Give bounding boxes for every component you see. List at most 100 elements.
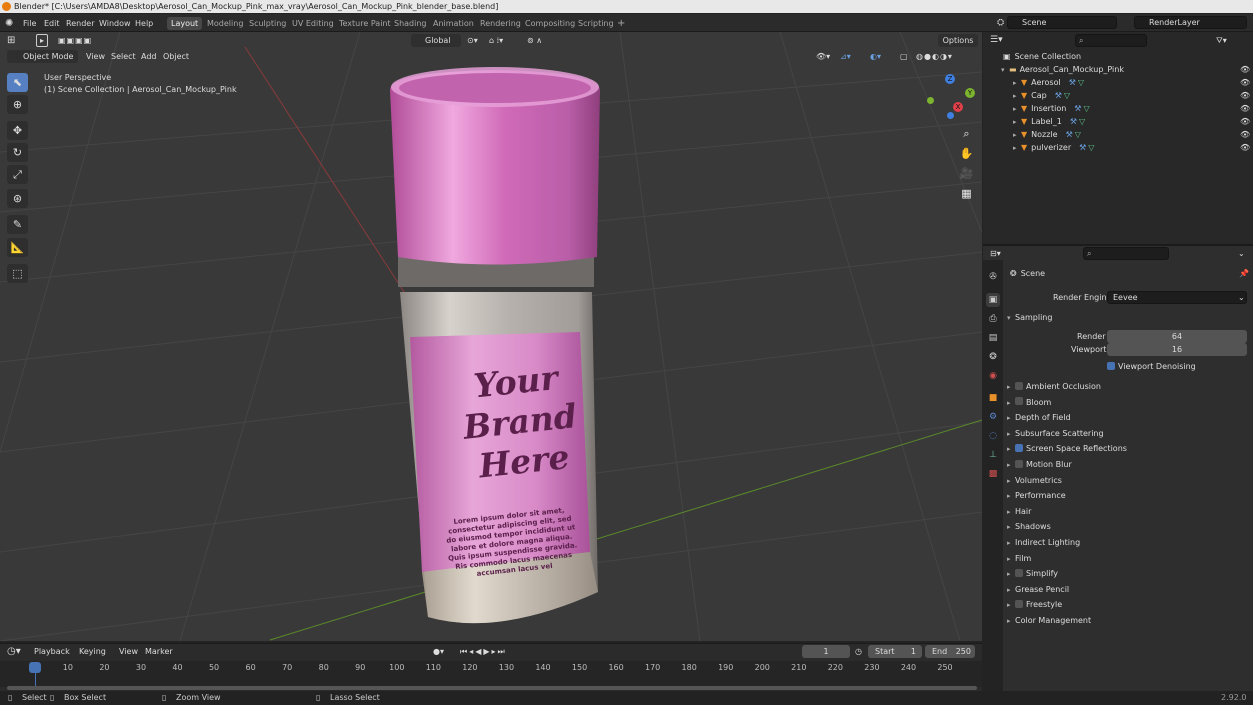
- object-tab-icon[interactable]: ■: [986, 391, 1000, 405]
- tab-compositing[interactable]: Compositing: [521, 17, 579, 30]
- xray-icon[interactable]: ▢: [900, 50, 908, 63]
- tool-tab-icon[interactable]: ✇: [986, 270, 1000, 284]
- selection-mode-icons[interactable]: ▣▣▣▣: [58, 34, 92, 47]
- blender-menu-icon[interactable]: ✺: [5, 17, 13, 30]
- visibility-icon[interactable]: 👁▾: [816, 50, 830, 63]
- checkbox-icon[interactable]: [1015, 381, 1023, 390]
- panel-header[interactable]: ▸ Depth of Field: [1007, 410, 1247, 425]
- select-tool-icon[interactable]: ⬉: [7, 73, 28, 92]
- panel-header[interactable]: ▸ Film: [1007, 551, 1247, 566]
- tab-rendering[interactable]: Rendering: [476, 17, 525, 30]
- timeline-scrollbar[interactable]: [7, 686, 977, 690]
- gizmo-z-axis[interactable]: Z: [945, 74, 955, 84]
- transform-tool-icon[interactable]: ⊛: [7, 189, 28, 208]
- outliner-collection-row[interactable]: ▾ ▬ Aerosol_Can_Mockup_Pink 👁: [983, 63, 1253, 76]
- modifier-tab-icon[interactable]: ⚙: [986, 410, 1000, 424]
- clock-icon[interactable]: ◷: [855, 645, 862, 658]
- proportional-edit-icon[interactable]: ⊚ ∧: [527, 34, 542, 47]
- tab-texture-paint[interactable]: Texture Paint: [335, 17, 395, 30]
- gizmo-neg-z-axis[interactable]: [947, 112, 954, 119]
- tab-shading[interactable]: Shading: [390, 17, 431, 30]
- timeline-menu-playback[interactable]: Playback: [34, 645, 70, 658]
- view-layer-selector[interactable]: RenderLayer: [1134, 16, 1247, 29]
- outliner-object-row[interactable]: ▸ ▼ Cap ⚒ ▽ 👁: [983, 89, 1253, 102]
- pivot-icon[interactable]: ⊙▾: [467, 34, 478, 47]
- menu-file[interactable]: File: [23, 17, 36, 30]
- outliner-object-row[interactable]: ▸ ▼ Label_1 ⚒ ▽ 👁: [983, 115, 1253, 128]
- navigation-gizmo[interactable]: Z Y X: [925, 74, 977, 120]
- panel-header[interactable]: ▸ Subsurface Scattering: [1007, 426, 1247, 441]
- annotate-tool-icon[interactable]: ✎: [7, 215, 28, 234]
- cursor-tool-icon[interactable]: ⊕: [7, 95, 28, 114]
- gizmo-toggle-icon[interactable]: ⊿▾: [840, 50, 851, 63]
- add-workspace-button[interactable]: +: [613, 17, 629, 30]
- panel-header[interactable]: ▸ Ambient Occlusion: [1007, 379, 1247, 394]
- record-icon[interactable]: ●▾: [433, 645, 444, 658]
- texture-tab-icon[interactable]: ▩: [986, 467, 1000, 481]
- transform-orientation-dropdown[interactable]: Global: [411, 34, 461, 47]
- start-frame-field[interactable]: Start 1: [868, 645, 922, 658]
- panel-header[interactable]: ▸ Freestyle: [1007, 597, 1247, 612]
- select-mode-icon[interactable]: ▸: [36, 34, 48, 47]
- scene-icon[interactable]: ⛭: [997, 17, 1004, 30]
- visibility-eye-icon[interactable]: 👁: [1240, 89, 1250, 102]
- checkbox-icon[interactable]: [1015, 599, 1023, 608]
- viewport-samples-field[interactable]: 16: [1107, 343, 1247, 356]
- gizmo-neg-y-axis[interactable]: [927, 97, 934, 104]
- panel-header[interactable]: ▸ Motion Blur: [1007, 457, 1247, 472]
- tab-modeling[interactable]: Modeling: [203, 17, 247, 30]
- pin-icon[interactable]: 📌: [1239, 266, 1249, 281]
- panel-header[interactable]: ▸ Simplify: [1007, 566, 1247, 581]
- physics-tab-icon[interactable]: ◌: [986, 429, 1000, 443]
- scene-selector[interactable]: Scene: [1007, 16, 1117, 29]
- visibility-eye-icon[interactable]: 👁: [1240, 141, 1250, 154]
- output-tab-icon[interactable]: ⎙: [986, 312, 1000, 326]
- snap-icon[interactable]: ⌂ ⁞▾: [489, 34, 503, 47]
- sampling-panel-header[interactable]: ▾ Sampling: [1007, 310, 1052, 325]
- tab-uv-editing[interactable]: UV Editing: [288, 17, 338, 30]
- viewport-menu-view[interactable]: View: [86, 50, 105, 63]
- panel-header[interactable]: ▸ Hair: [1007, 504, 1247, 519]
- render-engine-dropdown[interactable]: Eevee ⌄: [1107, 291, 1247, 304]
- checkbox-icon[interactable]: [1015, 568, 1023, 577]
- gizmo-y-axis[interactable]: Y: [965, 88, 975, 98]
- outliner-object-row[interactable]: ▸ ▼ Insertion ⚒ ▽ 👁: [983, 102, 1253, 115]
- panel-header[interactable]: ▸ Indirect Lighting: [1007, 535, 1247, 550]
- view-layer-tab-icon[interactable]: ▤: [986, 331, 1000, 345]
- timeline-menu-marker[interactable]: Marker: [145, 645, 173, 658]
- shading-mode-icons[interactable]: ◍●◐◑▾: [916, 50, 953, 63]
- render-tab-icon[interactable]: ▣: [986, 293, 1000, 307]
- viewport-3d[interactable]: Your Brand Here Lorem ipsum dolor sit am…: [0, 32, 982, 641]
- scale-tool-icon[interactable]: ⤢: [7, 165, 28, 184]
- options-dropdown[interactable]: Options: [938, 34, 978, 47]
- filter-icon[interactable]: ⛛▾: [1216, 34, 1246, 47]
- gizmo-x-axis[interactable]: X: [953, 102, 963, 112]
- outliner-search-input[interactable]: ⌕: [1075, 34, 1147, 47]
- pan-hand-icon[interactable]: ✋: [958, 145, 975, 162]
- outliner-editor-icon[interactable]: ☰▾: [990, 34, 1010, 47]
- panel-header[interactable]: ▸ Grease Pencil: [1007, 582, 1247, 597]
- viewport-menu-add[interactable]: Add: [141, 50, 157, 63]
- viewport-menu-select[interactable]: Select: [111, 50, 136, 63]
- checkbox-icon[interactable]: [1015, 397, 1023, 406]
- checkbox-checked-icon[interactable]: [1015, 443, 1023, 452]
- current-frame-field[interactable]: 1: [802, 645, 850, 658]
- constraint-tab-icon[interactable]: ⊥: [986, 448, 1000, 462]
- tab-sculpting[interactable]: Sculpting: [245, 17, 290, 30]
- panel-header[interactable]: ▸ Bloom: [1007, 395, 1247, 410]
- panel-header[interactable]: ▸ Shadows: [1007, 519, 1247, 534]
- editor-type-icon[interactable]: ⊞: [7, 34, 15, 47]
- tab-layout[interactable]: Layout: [167, 17, 203, 30]
- timeline-menu-keying[interactable]: Keying: [79, 645, 106, 658]
- panel-header[interactable]: ▸ Performance: [1007, 488, 1247, 503]
- visibility-eye-icon[interactable]: 👁: [1240, 128, 1250, 141]
- mode-dropdown[interactable]: Object Mode: [7, 50, 78, 63]
- menu-help[interactable]: Help: [135, 17, 153, 30]
- outliner-object-row[interactable]: ▸ ▼ pulverizer ⚒ ▽ 👁: [983, 141, 1253, 154]
- expand-icon[interactable]: ▸: [1013, 142, 1021, 155]
- rotate-tool-icon[interactable]: ↻: [7, 143, 28, 162]
- playback-controls-icons[interactable]: ⏮◂◀▶▸⏭: [460, 645, 507, 658]
- outliner-object-row[interactable]: ▸ ▼ Nozzle ⚒ ▽ 👁: [983, 128, 1253, 141]
- camera-view-icon[interactable]: 🎥: [958, 165, 975, 182]
- menu-render[interactable]: Render: [66, 17, 94, 30]
